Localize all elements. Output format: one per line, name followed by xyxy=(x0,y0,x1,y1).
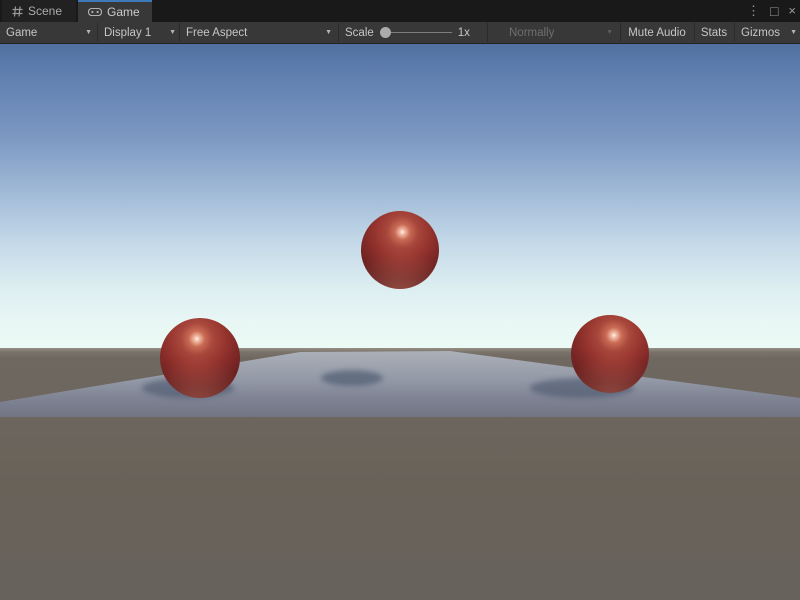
toolbar-separator xyxy=(338,23,339,42)
tab-scene-label: Scene xyxy=(28,4,62,18)
game-render-viewport[interactable] xyxy=(0,44,800,600)
toolbar-separator xyxy=(487,23,488,42)
mute-audio-label: Mute Audio xyxy=(628,27,686,39)
maximize-icon[interactable]: □ xyxy=(770,0,778,22)
game-view-mode-label: Game xyxy=(6,27,37,39)
scale-slider[interactable] xyxy=(380,22,452,43)
scale-control: Scale 1x xyxy=(345,22,470,43)
tab-game-label: Game xyxy=(107,5,140,19)
window-controls: ⋮ □ × xyxy=(747,0,796,22)
stats-label: Stats xyxy=(701,27,727,39)
game-view-mode-dropdown[interactable]: Game ▼ xyxy=(6,22,92,43)
red-sphere-right xyxy=(571,315,649,393)
red-sphere-left xyxy=(160,318,240,398)
close-icon[interactable]: × xyxy=(788,0,796,22)
chevron-down-icon: ▼ xyxy=(790,29,797,36)
display-dropdown[interactable]: Display 1 ▼ xyxy=(104,22,176,43)
tab-game[interactable]: Game xyxy=(78,0,152,22)
tab-scene[interactable]: Scene xyxy=(2,0,76,22)
chevron-down-icon: ▼ xyxy=(85,29,92,36)
platform-and-shadows xyxy=(0,44,800,600)
chevron-down-icon: ▼ xyxy=(169,29,176,36)
more-options-icon[interactable]: ⋮ xyxy=(747,0,760,22)
chevron-down-icon: ▼ xyxy=(325,29,332,36)
toolbar-separator xyxy=(179,23,180,42)
unity-game-view-window: Scene Game ⋮ □ × Game ▼ Display 1 xyxy=(0,0,800,600)
shadow-center-sphere xyxy=(321,370,383,386)
mute-audio-button[interactable]: Mute Audio xyxy=(621,22,693,43)
scale-value: 1x xyxy=(458,27,470,39)
game-view-toolbar: Game ▼ Display 1 ▼ Free Aspect ▼ Scale 1… xyxy=(0,22,800,44)
gizmos-dropdown[interactable]: Gizmos ▼ xyxy=(741,22,797,43)
aspect-ratio-label: Free Aspect xyxy=(186,27,247,39)
stats-button[interactable]: Stats xyxy=(695,22,733,43)
play-mode-behavior-dropdown[interactable]: Normally ▼ xyxy=(509,22,613,43)
tab-bar: Scene Game ⋮ □ × xyxy=(0,0,800,22)
grid-icon xyxy=(12,6,23,17)
toolbar-separator xyxy=(734,23,735,42)
toolbar-separator xyxy=(97,23,98,42)
gizmos-label: Gizmos xyxy=(741,27,780,39)
aspect-ratio-dropdown[interactable]: Free Aspect ▼ xyxy=(186,22,332,43)
scale-label: Scale xyxy=(345,27,374,39)
display-dropdown-label: Display 1 xyxy=(104,27,151,39)
chevron-down-icon: ▼ xyxy=(606,29,613,36)
play-mode-behavior-label: Normally xyxy=(509,27,554,39)
gamepad-icon xyxy=(88,7,102,17)
red-sphere-center xyxy=(361,211,439,289)
scale-slider-knob[interactable] xyxy=(380,27,391,38)
platform-plane xyxy=(0,351,800,417)
